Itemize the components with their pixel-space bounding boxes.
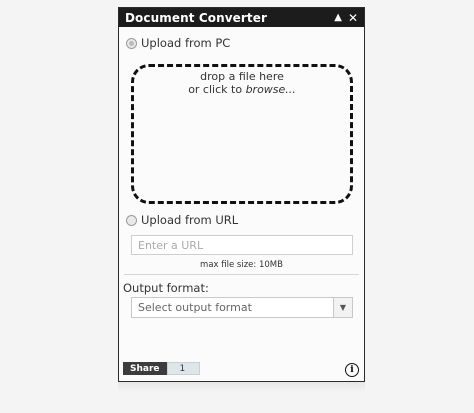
window-title: Document Converter xyxy=(125,10,268,25)
max-file-size: max file size: 10MB xyxy=(200,260,283,270)
upload-pc-label: Upload from PC xyxy=(141,36,231,50)
share-count: 1 xyxy=(166,362,201,375)
title-bar: Document Converter ▲ ✕ xyxy=(119,8,364,27)
share-widget[interactable]: Share 1 xyxy=(123,362,201,375)
upload-url-label: Upload from URL xyxy=(141,213,239,227)
output-format-label: Output format: xyxy=(123,281,209,295)
output-format-select[interactable]: Select output format ▼ xyxy=(131,297,353,318)
divider xyxy=(124,274,359,275)
dropzone-text-2: or click to browse... xyxy=(188,83,296,96)
file-dropzone[interactable]: drop a file here or click to browse... xyxy=(131,64,353,204)
url-input[interactable] xyxy=(131,235,353,255)
info-icon[interactable]: i xyxy=(345,363,359,377)
close-icon[interactable]: ✕ xyxy=(348,12,358,24)
widget-shadow xyxy=(118,382,365,392)
dropdown-arrow-icon[interactable]: ▼ xyxy=(333,298,352,317)
converter-widget: Document Converter ▲ ✕ Upload from PC dr… xyxy=(118,7,365,382)
browse-link[interactable]: browse... xyxy=(246,83,296,96)
upload-pc-option[interactable]: Upload from PC xyxy=(126,36,230,50)
upload-pc-radio[interactable] xyxy=(126,37,137,49)
share-button[interactable]: Share xyxy=(123,362,167,375)
dropzone-text-1: drop a file here xyxy=(200,70,284,83)
output-format-value: Select output format xyxy=(138,301,252,314)
upload-url-radio[interactable] xyxy=(126,214,137,226)
upload-url-option[interactable]: Upload from URL xyxy=(126,213,238,227)
minimize-icon[interactable]: ▲ xyxy=(334,12,342,23)
